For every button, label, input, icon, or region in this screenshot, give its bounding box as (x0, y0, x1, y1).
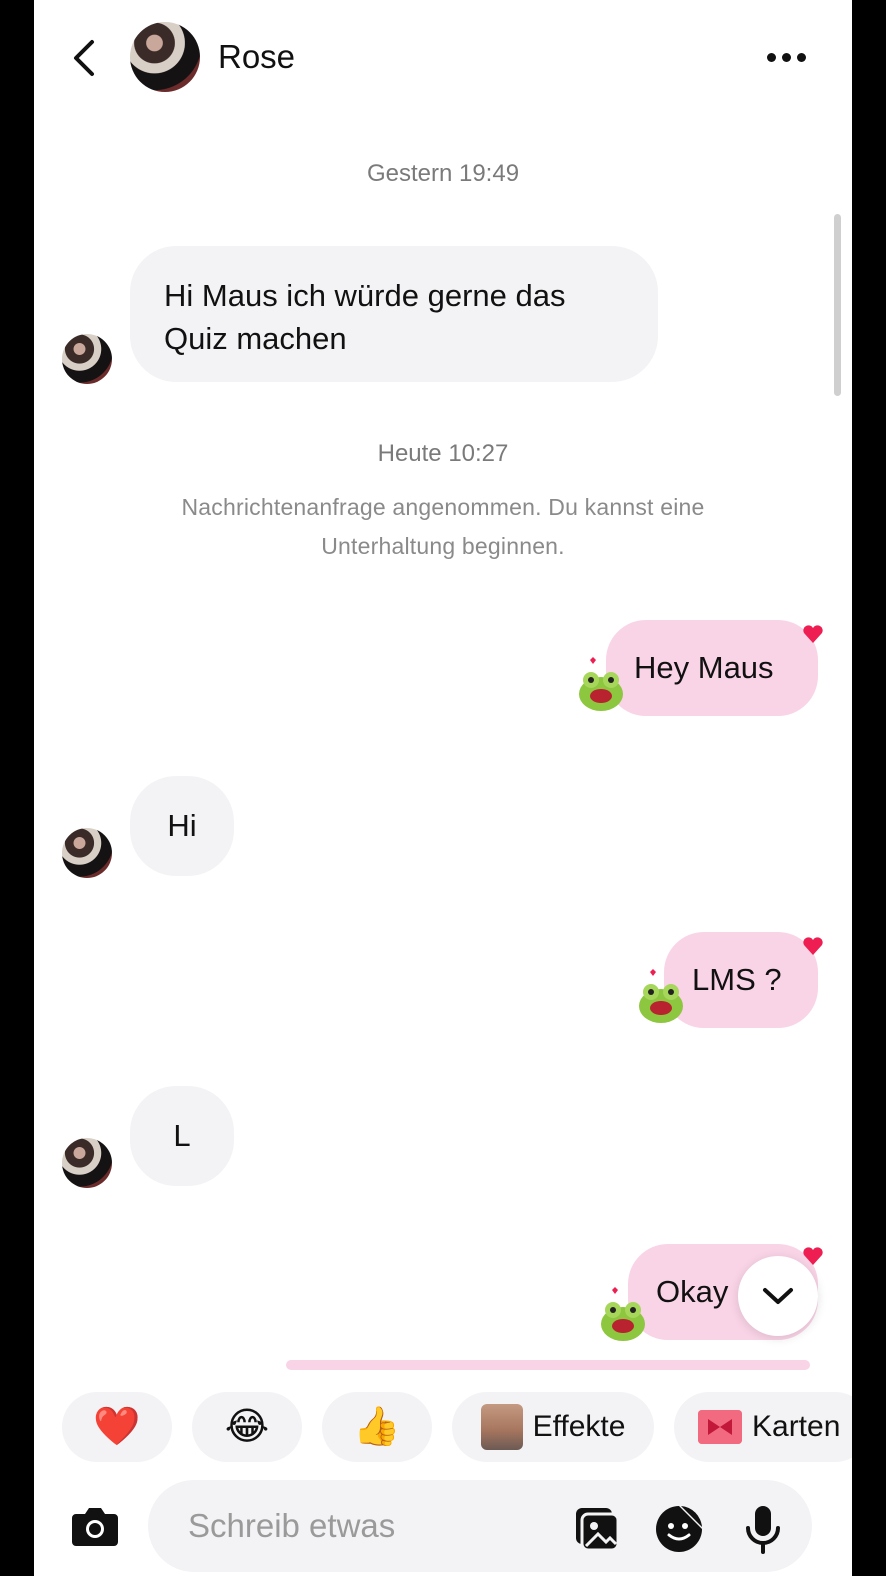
camera-button[interactable] (70, 1502, 120, 1548)
message-input-wrapper (148, 1480, 812, 1572)
incoming-message[interactable]: L (130, 1086, 234, 1186)
frog-sticker-icon (579, 657, 623, 711)
system-note-line: Nachrichtenanfrage angenommen. Du kannst… (181, 494, 705, 520)
chat-header: Rose (34, 0, 852, 118)
more-horizontal-icon (767, 53, 776, 62)
thumbs-up-icon: 👍 (353, 1406, 401, 1448)
system-note-line: Unterhaltung beginnen. (321, 533, 565, 559)
cards-label: Karten (752, 1410, 841, 1443)
reaction-laugh-button[interactable]: 😂 (192, 1392, 302, 1462)
heart-reaction-icon (803, 625, 823, 643)
message-text: Hey Maus (634, 650, 774, 685)
frog-sticker-icon (601, 1287, 645, 1341)
voice-message-button[interactable] (738, 1504, 788, 1554)
reaction-thumbs-up-button[interactable]: 👍 (322, 1392, 432, 1462)
message-text: L (173, 1118, 191, 1153)
gallery-button[interactable] (572, 1504, 622, 1554)
image-icon (576, 1508, 620, 1552)
camera-icon (72, 1508, 118, 1546)
message-text: LMS ? (692, 962, 782, 997)
sender-avatar[interactable] (62, 1138, 112, 1188)
incoming-message[interactable]: Hi Maus ich würde gerne das Quiz machen (130, 246, 658, 382)
frog-sticker-icon (639, 969, 683, 1023)
message-text: Hi (167, 808, 197, 843)
timestamp: Gestern 19:49 (366, 160, 520, 187)
contact-name[interactable]: Rose (218, 38, 295, 76)
effects-label: Effekte (532, 1410, 626, 1443)
reaction-heart-button[interactable]: ❤️ (62, 1392, 172, 1462)
quick-reactions-bar: ❤️ 😂 👍 Effekte Karten (34, 1392, 852, 1464)
gift-card-icon (698, 1410, 742, 1444)
chat-screen: Rose Gestern 19:49 Hi Maus ich würde ger… (34, 0, 852, 1576)
microphone-icon (746, 1506, 780, 1554)
cards-button[interactable]: Karten (674, 1392, 852, 1462)
sender-avatar[interactable] (62, 334, 112, 384)
message-input[interactable] (186, 1500, 550, 1552)
chevron-down-icon (763, 1288, 793, 1304)
back-button[interactable] (64, 36, 104, 80)
message-composer (34, 1480, 852, 1576)
message-text: Quiz machen (164, 321, 347, 356)
contact-avatar[interactable] (130, 22, 200, 92)
scrollbar[interactable] (834, 214, 841, 396)
outgoing-message[interactable]: Hey Maus (606, 620, 818, 716)
heart-icon: ❤️ (93, 1406, 141, 1448)
more-options-button[interactable] (764, 44, 812, 72)
chevron-left-icon (74, 40, 94, 76)
effect-thumbnail-icon (480, 1404, 523, 1450)
timestamp: Heute 10:27 (377, 440, 509, 467)
sticker-button[interactable] (654, 1504, 704, 1554)
effects-button[interactable]: Effekte (452, 1392, 654, 1462)
outgoing-message[interactable]: LMS ? (664, 932, 818, 1028)
system-note: Nachrichtenanfrage angenommen. Du kannst… (104, 488, 782, 566)
sticker-icon (656, 1506, 702, 1552)
message-text: Hi Maus ich würde gerne das (164, 278, 566, 313)
incoming-message[interactable]: Hi (130, 776, 234, 876)
scroll-to-bottom-button[interactable] (738, 1256, 818, 1336)
message-text: Okay (656, 1274, 729, 1309)
heart-reaction-icon (803, 937, 823, 955)
laughing-emoji-icon: 😂 (224, 1406, 270, 1448)
partial-outgoing-message (286, 1360, 810, 1370)
sender-avatar[interactable] (62, 828, 112, 878)
